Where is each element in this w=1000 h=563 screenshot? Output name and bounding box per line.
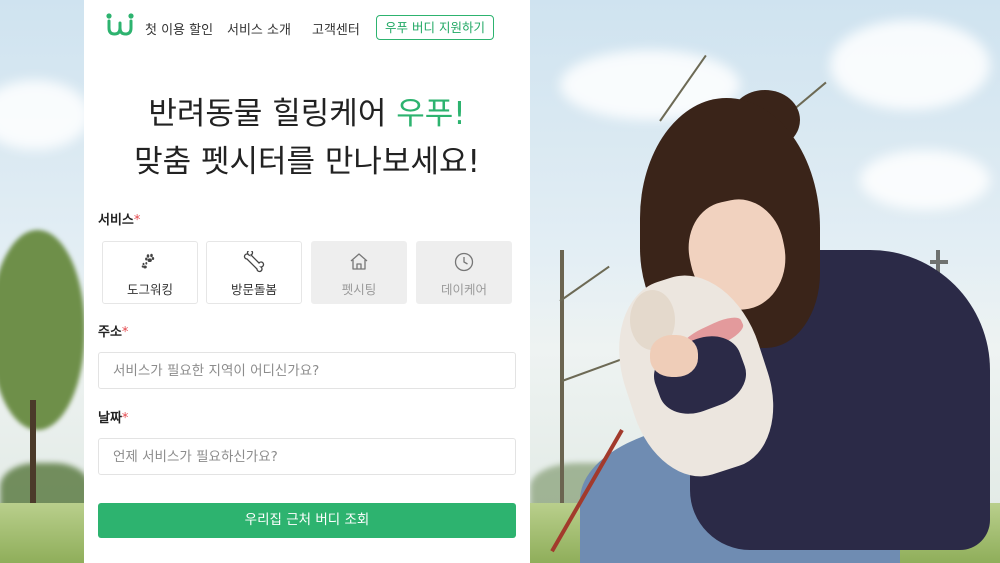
date-label: 날짜* — [98, 407, 128, 426]
service-label: 서비스* — [98, 209, 140, 228]
required-mark: * — [121, 325, 129, 340]
cloud — [860, 150, 990, 210]
headline-line-1: 반려동물 힐링케어 우푸! — [84, 88, 530, 133]
address-label-text: 주소 — [98, 325, 122, 340]
address-label: 주소* — [98, 321, 128, 340]
booking-panel: 첫 이용 할인 서비스 소개 고객센터 우푸 버디 지원하기 반려동물 힐링케어… — [84, 0, 530, 563]
service-label-text: 서비스 — [98, 213, 134, 228]
address-input[interactable] — [98, 352, 516, 389]
paw-icon — [103, 251, 197, 273]
apply-buddy-button[interactable]: 우푸 버디 지원하기 — [376, 15, 494, 40]
nav-link-service-intro[interactable]: 서비스 소개 — [227, 19, 291, 38]
service-option-pet-sitting[interactable]: 펫시팅 — [311, 241, 407, 304]
service-option-label: 방문돌봄 — [230, 282, 277, 297]
required-mark: * — [121, 411, 129, 426]
date-input[interactable] — [98, 438, 516, 475]
cloud — [830, 20, 990, 110]
lamp-head — [930, 260, 948, 264]
headline-text: 반려동물 힐링케어 — [148, 96, 397, 132]
service-option-label: 도그워킹 — [126, 282, 173, 297]
top-nav: 첫 이용 할인 서비스 소개 고객센터 우푸 버디 지원하기 — [84, 0, 530, 56]
service-option-daycare[interactable]: 데이케어 — [416, 241, 512, 304]
bone-icon — [207, 251, 301, 273]
service-option-label: 데이케어 — [440, 282, 487, 297]
search-buddy-button[interactable]: 우리집 근처 버디 조회 — [98, 503, 516, 538]
service-option-label: 펫시팅 — [341, 282, 377, 297]
service-option-dog-walking[interactable]: 도그워킹 — [102, 241, 198, 304]
required-mark: * — [133, 213, 141, 228]
headline-line-2: 맞춤 펫시터를 만나보세요! — [134, 144, 480, 180]
clock-icon — [417, 251, 511, 273]
date-label-text: 날짜 — [98, 411, 122, 426]
tree-trunk — [30, 400, 36, 520]
service-option-visit-care[interactable]: 방문돌봄 — [206, 241, 302, 304]
nav-link-first-discount[interactable]: 첫 이용 할인 — [145, 19, 213, 38]
tree-trunk — [560, 250, 564, 530]
nav-link-customer-center[interactable]: 고객센터 — [312, 19, 360, 38]
headline-accent: 우푸! — [396, 96, 466, 132]
house-icon — [312, 251, 406, 273]
person-hand — [650, 335, 698, 377]
woof-logo-icon[interactable] — [106, 13, 134, 37]
